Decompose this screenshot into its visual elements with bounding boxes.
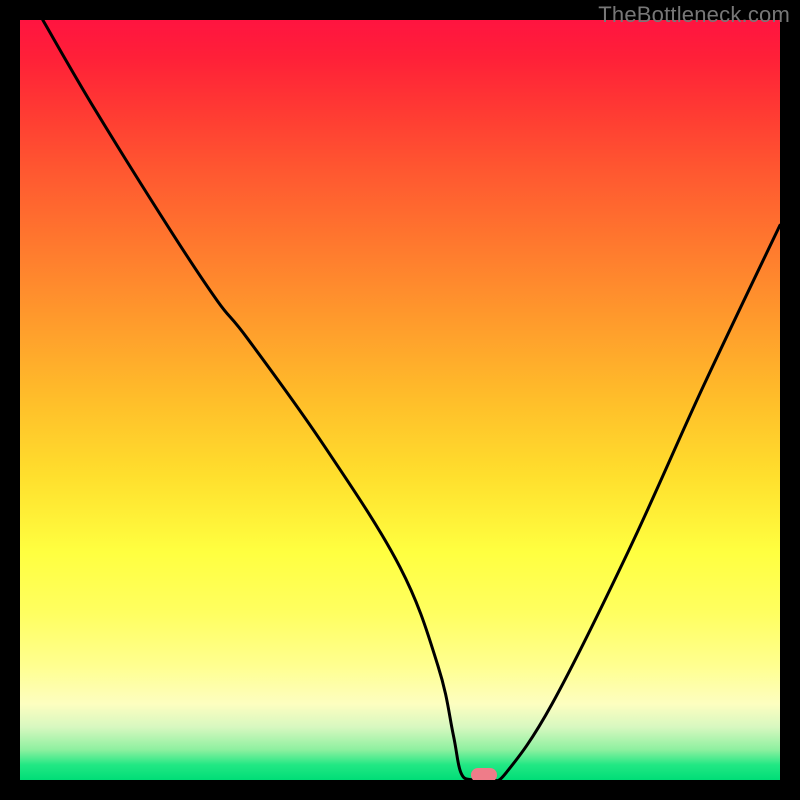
plot-area <box>20 20 780 780</box>
chart-frame: TheBottleneck.com <box>0 0 800 800</box>
bottleneck-curve <box>20 20 780 780</box>
watermark-text: TheBottleneck.com <box>598 2 790 28</box>
optimal-marker <box>471 768 497 780</box>
